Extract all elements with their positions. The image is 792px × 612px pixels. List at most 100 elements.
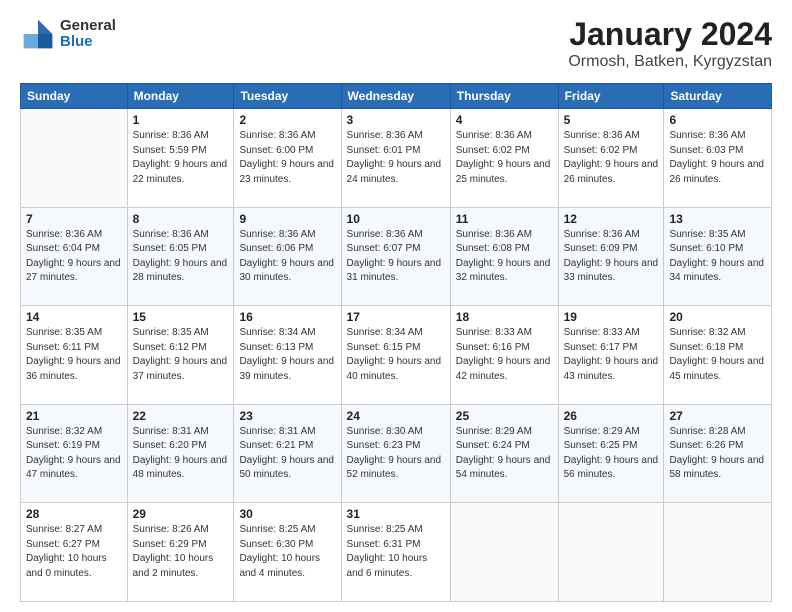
logo-icon [20,16,56,52]
day-header-saturday: Saturday [664,84,772,109]
day-info: Sunrise: 8:27 AMSunset: 6:27 PMDaylight:… [26,523,122,581]
day-cell [664,503,772,602]
header-row: SundayMondayTuesdayWednesdayThursdayFrid… [21,84,772,109]
day-info: Sunrise: 8:36 AMSunset: 6:02 PMDaylight:… [564,129,659,187]
day-cell: 4Sunrise: 8:36 AMSunset: 6:02 PMDaylight… [450,109,558,208]
day-number: 21 [26,409,122,423]
calendar-body: 1 Sunrise: 8:36 AMSunset: 5:59 PMDaylight… [21,109,772,602]
day-cell: 8 Sunrise: 8:36 AMSunset: 6:05 PMDaylight… [127,207,234,306]
day-info: Sunrise: 8:32 AMSunset: 6:19 PMDaylight:… [26,425,122,483]
day-number: 28 [26,507,122,521]
day-info: Sunrise: 8:28 AMSunset: 6:26 PMDaylight:… [669,425,766,483]
day-cell: 7 Sunrise: 8:36 AMSunset: 6:04 PMDaylight… [21,207,128,306]
day-cell: 31 Sunrise: 8:25 AMSunset: 6:31 PMDayligh… [341,503,450,602]
day-number: 20 [669,310,766,324]
day-number: 29 [133,507,229,521]
day-cell: 17 Sunrise: 8:34 AMSunset: 6:15 PMDayligh… [341,306,450,405]
day-number: 19 [564,310,659,324]
day-info: Sunrise: 8:31 AMSunset: 6:20 PMDaylight:… [133,425,229,483]
day-info: Sunrise: 8:35 AMSunset: 6:10 PMDaylight:… [669,228,766,286]
day-info: Sunrise: 8:29 AMSunset: 6:24 PMDaylight:… [456,425,553,483]
day-number: 23 [239,409,335,423]
day-info: Sunrise: 8:36 AMSunset: 6:06 PMDaylight:… [239,228,335,286]
day-cell: 29Sunrise: 8:26 AMSunset: 6:29 PMDayligh… [127,503,234,602]
logo: General Blue [20,16,116,52]
day-number: 9 [239,212,335,226]
day-cell: 21 Sunrise: 8:32 AMSunset: 6:19 PMDayligh… [21,404,128,503]
day-cell: 2 Sunrise: 8:36 AMSunset: 6:00 PMDaylight… [234,109,341,208]
day-info: Sunrise: 8:33 AMSunset: 6:16 PMDaylight:… [456,326,553,384]
day-info: Sunrise: 8:36 AMSunset: 6:00 PMDaylight:… [239,129,335,187]
day-info: Sunrise: 8:36 AMSunset: 6:05 PMDaylight:… [133,228,229,286]
day-cell: 20 Sunrise: 8:32 AMSunset: 6:18 PMDayligh… [664,306,772,405]
week-row: 28 Sunrise: 8:27 AMSunset: 6:27 PMDayligh… [21,503,772,602]
day-cell: 1 Sunrise: 8:36 AMSunset: 5:59 PMDaylight… [127,109,234,208]
day-cell: 25Sunrise: 8:29 AMSunset: 6:24 PMDayligh… [450,404,558,503]
day-number: 10 [347,212,445,226]
day-number: 31 [347,507,445,521]
day-info: Sunrise: 8:29 AMSunset: 6:25 PMDaylight:… [564,425,659,483]
day-cell: 9 Sunrise: 8:36 AMSunset: 6:06 PMDaylight… [234,207,341,306]
day-number: 24 [347,409,445,423]
day-info: Sunrise: 8:25 AMSunset: 6:31 PMDaylight:… [347,523,445,581]
day-cell: 14 Sunrise: 8:35 AMSunset: 6:11 PMDayligh… [21,306,128,405]
day-number: 7 [26,212,122,226]
week-row: 7 Sunrise: 8:36 AMSunset: 6:04 PMDaylight… [21,207,772,306]
day-info: Sunrise: 8:34 AMSunset: 6:13 PMDaylight:… [239,326,335,384]
day-number: 26 [564,409,659,423]
day-number: 12 [564,212,659,226]
day-info: Sunrise: 8:36 AMSunset: 5:59 PMDaylight:… [133,129,229,187]
day-cell: 22 Sunrise: 8:31 AMSunset: 6:20 PMDayligh… [127,404,234,503]
day-number: 3 [347,113,445,127]
day-info: Sunrise: 8:32 AMSunset: 6:18 PMDaylight:… [669,326,766,384]
logo-general-text: General [60,18,116,35]
day-cell [450,503,558,602]
day-number: 15 [133,310,229,324]
day-number: 8 [133,212,229,226]
day-number: 22 [133,409,229,423]
day-cell: 19Sunrise: 8:33 AMSunset: 6:17 PMDayligh… [558,306,664,405]
day-info: Sunrise: 8:31 AMSunset: 6:21 PMDaylight:… [239,425,335,483]
page: General Blue January 2024 Ormosh, Batken… [0,0,792,612]
calendar-header: SundayMondayTuesdayWednesdayThursdayFrid… [21,84,772,109]
day-cell [21,109,128,208]
day-number: 14 [26,310,122,324]
week-row: 21 Sunrise: 8:32 AMSunset: 6:19 PMDayligh… [21,404,772,503]
title-location: Ormosh, Batken, Kyrgyzstan [568,53,772,71]
day-number: 1 [133,113,229,127]
day-number: 5 [564,113,659,127]
day-number: 30 [239,507,335,521]
day-info: Sunrise: 8:34 AMSunset: 6:15 PMDaylight:… [347,326,445,384]
day-header-tuesday: Tuesday [234,84,341,109]
day-info: Sunrise: 8:36 AMSunset: 6:02 PMDaylight:… [456,129,553,187]
day-info: Sunrise: 8:36 AMSunset: 6:01 PMDaylight:… [347,129,445,187]
day-cell: 27 Sunrise: 8:28 AMSunset: 6:26 PMDayligh… [664,404,772,503]
day-info: Sunrise: 8:30 AMSunset: 6:23 PMDaylight:… [347,425,445,483]
day-info: Sunrise: 8:36 AMSunset: 6:04 PMDaylight:… [26,228,122,286]
day-header-friday: Friday [558,84,664,109]
day-cell: 28 Sunrise: 8:27 AMSunset: 6:27 PMDayligh… [21,503,128,602]
day-info: Sunrise: 8:36 AMSunset: 6:09 PMDaylight:… [564,228,659,286]
day-cell: 30 Sunrise: 8:25 AMSunset: 6:30 PMDayligh… [234,503,341,602]
day-header-sunday: Sunday [21,84,128,109]
day-header-wednesday: Wednesday [341,84,450,109]
day-cell: 12 Sunrise: 8:36 AMSunset: 6:09 PMDayligh… [558,207,664,306]
day-info: Sunrise: 8:36 AMSunset: 6:08 PMDaylight:… [456,228,553,286]
header: General Blue January 2024 Ormosh, Batken… [20,16,772,71]
day-info: Sunrise: 8:25 AMSunset: 6:30 PMDaylight:… [239,523,335,581]
day-number: 17 [347,310,445,324]
day-cell [558,503,664,602]
logo-text: General Blue [60,18,116,51]
day-number: 2 [239,113,335,127]
day-header-monday: Monday [127,84,234,109]
day-info: Sunrise: 8:35 AMSunset: 6:12 PMDaylight:… [133,326,229,384]
day-header-thursday: Thursday [450,84,558,109]
day-number: 27 [669,409,766,423]
day-info: Sunrise: 8:35 AMSunset: 6:11 PMDaylight:… [26,326,122,384]
week-row: 14 Sunrise: 8:35 AMSunset: 6:11 PMDayligh… [21,306,772,405]
week-row: 1 Sunrise: 8:36 AMSunset: 5:59 PMDaylight… [21,109,772,208]
day-info: Sunrise: 8:36 AMSunset: 6:07 PMDaylight:… [347,228,445,286]
day-cell: 16Sunrise: 8:34 AMSunset: 6:13 PMDayligh… [234,306,341,405]
logo-blue-text: Blue [60,34,116,51]
day-info: Sunrise: 8:36 AMSunset: 6:03 PMDaylight:… [669,129,766,187]
